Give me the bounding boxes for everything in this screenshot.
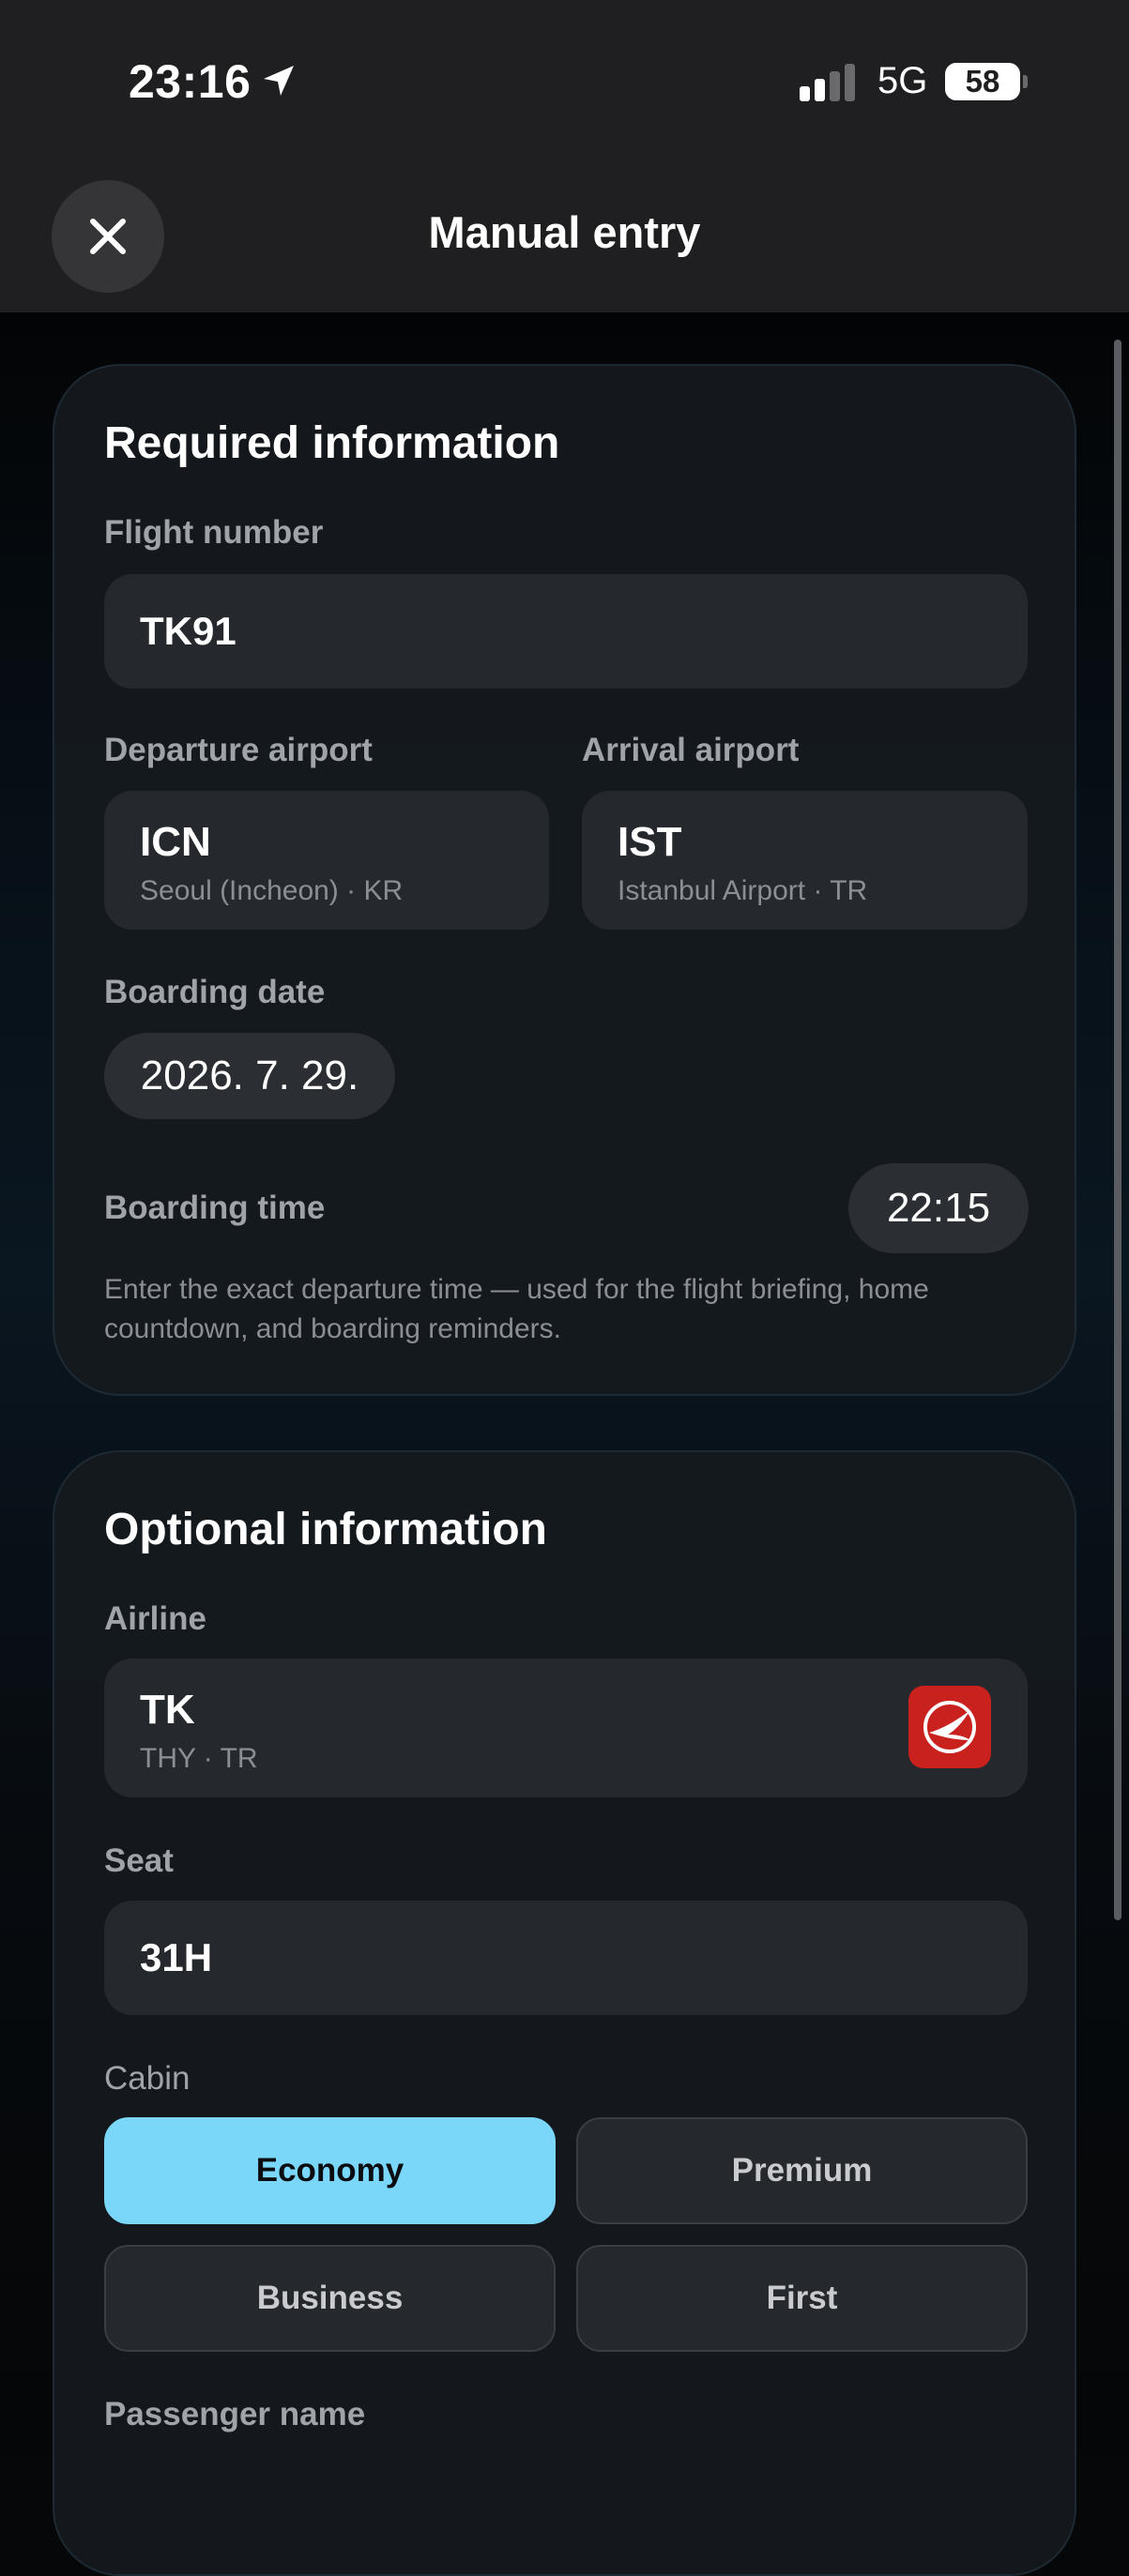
- airline-label: Airline: [104, 1600, 206, 1637]
- seat-label: Seat: [104, 1842, 174, 1879]
- flight-number-field[interactable]: TK91: [104, 574, 1028, 689]
- boarding-time-help-text: Enter the exact departure time — used fo…: [104, 1274, 929, 1344]
- seat-field[interactable]: 31H: [104, 1901, 1028, 2015]
- departure-airport-label: Departure airport: [104, 732, 373, 768]
- battery-indicator: 58: [945, 63, 1020, 100]
- cabin-option-business[interactable]: Business: [104, 2245, 556, 2352]
- cellular-signal-icon: [800, 62, 858, 101]
- airline-field[interactable]: TK THY · TR: [104, 1659, 1028, 1797]
- scroll-indicator[interactable]: [1114, 340, 1121, 1920]
- arrival-airport-code: IST: [618, 819, 682, 865]
- turkish-airlines-logo-icon: [908, 1686, 991, 1768]
- airline-code: TK: [140, 1687, 195, 1733]
- arrival-airport-field[interactable]: IST Istanbul Airport · TR: [582, 791, 1028, 930]
- arrival-airport-label: Arrival airport: [582, 732, 800, 768]
- location-arrow-icon: [264, 66, 294, 96]
- page-title: Manual entry: [428, 207, 701, 257]
- flight-number-value: TK91: [140, 609, 236, 653]
- network-label: 5G: [877, 60, 928, 101]
- optional-section-title: Optional information: [104, 1505, 547, 1554]
- top-bar: 23:16 5G 58 Manual entry: [0, 0, 1129, 312]
- airline-name: THY · TR: [140, 1743, 258, 1774]
- departure-airport-code: ICN: [140, 819, 211, 865]
- status-time: 23:16: [129, 55, 252, 108]
- required-section-title: Required information: [104, 418, 560, 468]
- arrival-airport-name: Istanbul Airport · TR: [618, 875, 868, 906]
- passenger-name-label: Passenger name: [104, 2396, 366, 2432]
- optional-information-card: Optional information Airline TK THY · TR…: [53, 1450, 1076, 2576]
- boarding-date-picker[interactable]: 2026. 7. 29.: [104, 1033, 395, 1119]
- seat-value: 31H: [140, 1935, 213, 1979]
- required-information-card: Required information Flight number TK91 …: [53, 364, 1076, 1396]
- flight-number-label: Flight number: [104, 514, 324, 551]
- boarding-time-label: Boarding time: [104, 1190, 326, 1226]
- boarding-time-picker[interactable]: 22:15: [848, 1163, 1029, 1253]
- boarding-date-label: Boarding date: [104, 974, 326, 1010]
- cabin-label: Cabin: [104, 2060, 191, 2097]
- cabin-option-economy[interactable]: Economy: [104, 2117, 556, 2224]
- departure-airport-field[interactable]: ICN Seoul (Incheon) · KR: [104, 791, 549, 930]
- departure-airport-name: Seoul (Incheon) · KR: [140, 875, 404, 906]
- cabin-option-first[interactable]: First: [576, 2245, 1028, 2352]
- cabin-option-premium[interactable]: Premium: [576, 2117, 1028, 2224]
- battery-cap: [1023, 75, 1028, 88]
